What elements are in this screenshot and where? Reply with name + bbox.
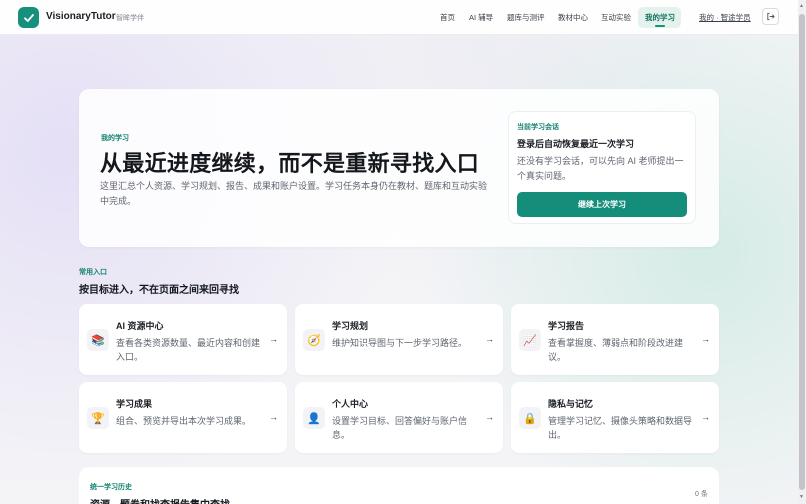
continue-learning-button[interactable]: 继续上次学习 — [517, 192, 687, 217]
trophy-icon: 🏆 — [87, 407, 109, 429]
card-title: 个人中心 — [332, 399, 369, 409]
nav-interactive-lab[interactable]: 互动实验 — [601, 12, 631, 23]
card-privacy-memory[interactable]: 🔒 隐私与记忆 管理学习记忆、摄像头策略和数据导出。 → — [511, 382, 719, 453]
page-title: 从最近进度继续，而不是重新寻找入口 — [100, 151, 480, 176]
nav-textbook-center[interactable]: 教材中心 — [558, 12, 588, 23]
session-description: 还没有学习会话，可以先向 AI 老师提出一个真实问题。 — [517, 156, 684, 181]
shortcuts-title: 按目标进入，不在页面之间来回寻找 — [79, 285, 239, 296]
logout-icon — [767, 12, 775, 21]
compass-icon: 🧭 — [303, 329, 325, 351]
card-ai-resource-center[interactable]: 📚 AI 资源中心 查看各类资源数量、最近内容和创建入口。 → — [79, 304, 287, 375]
card-description: 查看掌握度、薄弱点和阶段改进建议。 — [548, 338, 684, 362]
session-eyebrow: 当前学习会话 — [517, 124, 559, 131]
card-description: 查看各类资源数量、最近内容和创建入口。 — [116, 338, 261, 362]
arrow-right-icon: → — [485, 334, 494, 344]
history-count-badge: 0 条 — [695, 491, 708, 498]
scroll-down-arrow-icon[interactable]: ▼ — [799, 494, 804, 500]
app-subtitle: 智眸学伴 — [116, 15, 144, 22]
books-icon: 📚 — [87, 329, 109, 351]
app-name[interactable]: VisionaryTutor — [46, 11, 116, 22]
nav-ai-tutor[interactable]: AI 辅导 — [469, 12, 493, 23]
arrow-right-icon: → — [485, 412, 494, 422]
arrow-right-icon: → — [269, 412, 278, 422]
hero-description: 这里汇总个人资源、学习规划、报告、成果和账户设置。学习任务本身仍在教材、题库和互… — [100, 181, 488, 206]
scrollbar-thumb[interactable] — [799, 14, 805, 490]
card-personal-center[interactable]: 👤 个人中心 设置学习目标、回答偏好与账户信息。 → — [295, 382, 503, 453]
logout-button[interactable] — [762, 8, 779, 25]
nav-home[interactable]: 首页 — [440, 12, 455, 23]
history-title: 资源、题卷和找查报告集中查找 — [90, 496, 230, 504]
card-learning-achievements[interactable]: 🏆 学习成果 组合、预览并导出本次学习成果。 → — [79, 382, 287, 453]
nav-my-learning[interactable]: 我的学习 — [645, 12, 675, 23]
arrow-right-icon: → — [269, 334, 278, 344]
nav-active-indicator — [655, 25, 665, 27]
card-title: AI 资源中心 — [116, 321, 164, 331]
card-title: 学习报告 — [548, 321, 585, 331]
scroll-up-arrow-icon[interactable]: ▲ — [799, 3, 804, 9]
hero-eyebrow: 我的学习 — [101, 135, 129, 142]
chart-icon: 📈 — [519, 329, 541, 351]
shortcuts-eyebrow: 常用入口 — [79, 269, 107, 276]
card-title: 隐私与记忆 — [548, 399, 594, 409]
history-eyebrow: 统一学习历史 — [90, 484, 132, 491]
person-icon: 👤 — [303, 407, 325, 429]
user-menu-link[interactable]: 我的 · 智途学员 — [699, 12, 751, 23]
arrow-right-icon: → — [701, 334, 710, 344]
card-title: 学习成果 — [116, 399, 153, 409]
lock-icon: 🔒 — [519, 407, 541, 429]
card-learning-plan[interactable]: 🧭 学习规划 维护知识导图与下一步学习路径。 → — [295, 304, 503, 375]
top-navigation-bar: VisionaryTutor 智眸学伴 首页 AI 辅导 题库与测评 教材中心 … — [0, 0, 798, 35]
nav-question-bank[interactable]: 题库与测评 — [507, 12, 545, 23]
arrow-right-icon: → — [701, 412, 710, 422]
card-description: 组合、预览并导出本次学习成果。 — [116, 416, 252, 426]
card-description: 管理学习记忆、摄像头策略和数据导出。 — [548, 416, 693, 440]
card-description: 维护知识导图与下一步学习路径。 — [332, 338, 468, 348]
session-title: 登录后自动恢复最近一次学习 — [517, 139, 635, 149]
card-learning-report[interactable]: 📈 学习报告 查看掌握度、薄弱点和阶段改进建议。 → — [511, 304, 719, 375]
card-description: 设置学习目标、回答偏好与账户信息。 — [332, 416, 468, 440]
card-title: 学习规划 — [332, 321, 369, 331]
app-logo-icon[interactable] — [18, 7, 39, 28]
